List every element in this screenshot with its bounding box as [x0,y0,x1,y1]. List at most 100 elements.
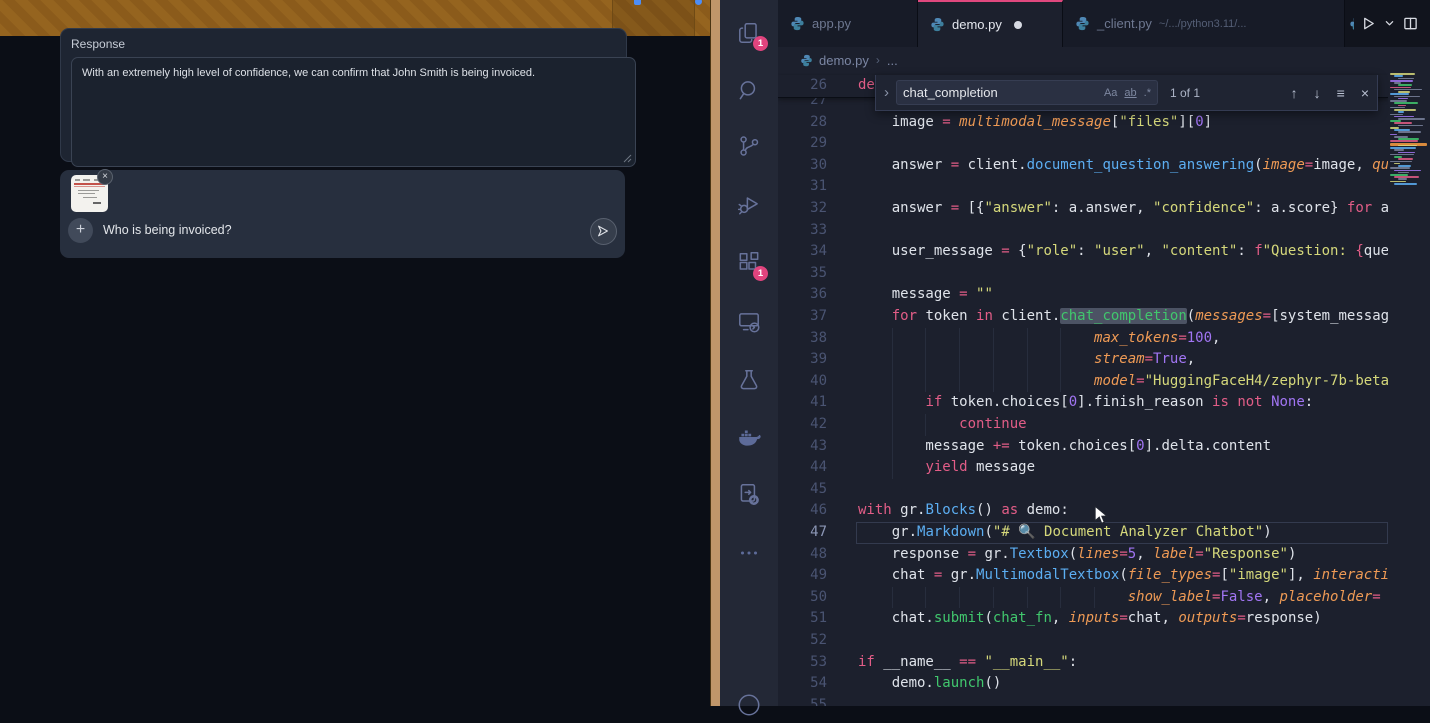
line-number: 49 [778,565,827,587]
account-icon[interactable] [736,692,762,718]
tab-overflow-clipped [1345,0,1354,47]
close-find-button[interactable]: × [1361,85,1369,101]
line-number: 41 [778,392,827,414]
code-line-55: 55 [778,695,1388,706]
line-number: 35 [778,263,827,285]
tab-demo-py[interactable]: demo.py [918,0,1063,47]
explorer-badge: 1 [753,36,768,51]
extensions-icon[interactable]: 1 [736,250,762,276]
python-icon [1075,16,1090,31]
line-number: 37 [778,306,827,328]
whole-word-toggle[interactable]: ab [1124,87,1136,99]
minimap-line [1394,102,1418,104]
file-settings-icon[interactable] [736,481,762,507]
multimodal-chat-input: × + Who is being invoiced? [60,170,625,258]
code-line-35: 35 [778,263,1388,285]
minimap-line [1398,131,1421,133]
code-line-29: 29 [778,133,1388,155]
line-number: 48 [778,544,827,566]
line-number: 39 [778,349,827,371]
remove-attachment-button[interactable]: × [97,169,113,185]
line-number: 32 [778,198,827,220]
line-number: 42 [778,414,827,436]
minimap-line [1394,96,1420,98]
code-line-53: 53if __name__ == "__main__": [778,652,1388,674]
line-number: 53 [778,652,827,674]
minimap-line [1390,140,1418,142]
minimap-line [1398,118,1425,120]
run-python-file-button[interactable] [1361,16,1376,31]
more-actions-icon[interactable] [736,540,762,566]
line-number: 46 [778,500,827,522]
line-number: 38 [778,328,827,350]
code-line-42: 42 continue [778,414,1388,436]
code-line-52: 52 [778,630,1388,652]
response-textarea[interactable]: With an extremely high level of confiden… [71,57,636,167]
line-number: 52 [778,630,827,652]
split-editor-button[interactable] [1403,16,1418,31]
python-icon [930,17,945,32]
tab-app-py[interactable]: app.py [778,0,918,47]
screen: { "colors": { "accent_pink": "#e0487e", … [0,0,1430,706]
explorer-icon[interactable]: 1 [736,20,762,46]
search-icon[interactable] [736,77,762,103]
code-line-28: 28 image = multimodal_message["files"][0… [778,112,1388,134]
code-line-40: 40 model="HuggingFaceH4/zephyr-7b-beta") [778,371,1388,393]
line-number: 54 [778,673,827,695]
chat-message-text[interactable]: Who is being invoiced? [103,223,232,237]
match-case-toggle[interactable]: Aa [1104,87,1117,99]
find-input[interactable]: chat_completion Aa ab .* [896,80,1158,105]
code-line-30: 30 answer = client.document_question_ans… [778,155,1388,177]
find-widget: › chat_completion Aa ab .* 1 of 1 ↑ ↓ ≡ … [875,75,1378,111]
run-dropdown-chevron-icon[interactable] [1385,19,1394,28]
code-line-51: 51 chat.submit(chat_fn, inputs=chat, out… [778,608,1388,630]
line-number: 34 [778,241,827,263]
activity-bar: 1 1 [720,0,779,706]
send-button[interactable] [590,218,617,245]
code-line-38: 38 max_tokens=100, [778,328,1388,350]
find-in-selection-button[interactable]: ≡ [1337,85,1345,101]
minimap-line [1394,183,1417,185]
add-file-button[interactable]: + [68,218,93,243]
testing-flask-icon[interactable] [736,367,762,393]
response-text: With an extremely high level of confiden… [82,67,535,79]
line-number: 28 [778,112,827,134]
tab-client-py[interactable]: _client.py ~/.../python3.11/... [1063,0,1345,47]
minimap-line [1390,93,1409,95]
code-line-41: 41 if token.choices[0].finish_reason is … [778,392,1388,414]
minimap-line [1390,114,1403,116]
minimap-line [1398,84,1412,86]
minimap-line [1398,125,1423,127]
line-number: 45 [778,479,827,501]
code-line-50: 50 show_label=False, placeholder= [778,587,1388,609]
run-debug-icon[interactable] [736,191,762,217]
minimap[interactable] [1388,0,1430,706]
minimap-line [1390,167,1410,169]
line-number: 55 [778,695,827,706]
minimap-line [1398,178,1407,180]
editor-pane: 26def chat_fn(multimodal_message):2728 i… [778,0,1430,706]
toggle-replace-chevron-icon[interactable]: › [884,84,889,101]
python-icon [1349,16,1354,31]
minimap-line [1394,122,1412,124]
source-control-icon[interactable] [736,133,762,159]
minimap-line [1390,161,1412,163]
line-number: 36 [778,284,827,306]
regex-toggle[interactable]: .* [1144,87,1151,99]
docker-icon[interactable] [736,424,762,450]
line-number: 50 [778,587,827,609]
resize-handle-icon[interactable] [623,154,632,163]
line-number: 47 [778,522,827,544]
find-next-button[interactable]: ↓ [1314,85,1321,101]
breadcrumb-more[interactable]: ... [887,53,898,68]
code-line-32: 32 answer = [{"answer": a.answer, "confi… [778,198,1388,220]
find-query-text[interactable]: chat_completion [903,85,1097,100]
code-line-39: 39 stream=True, [778,349,1388,371]
mouse-cursor [1093,505,1111,526]
remote-explorer-icon[interactable] [736,309,762,335]
breadcrumb-file[interactable]: demo.py [819,53,869,68]
modified-dot[interactable] [1014,21,1022,29]
python-icon [790,16,805,31]
find-previous-button[interactable]: ↑ [1291,85,1298,101]
code-line-37: 37 for token in client.chat_completion(m… [778,306,1388,328]
